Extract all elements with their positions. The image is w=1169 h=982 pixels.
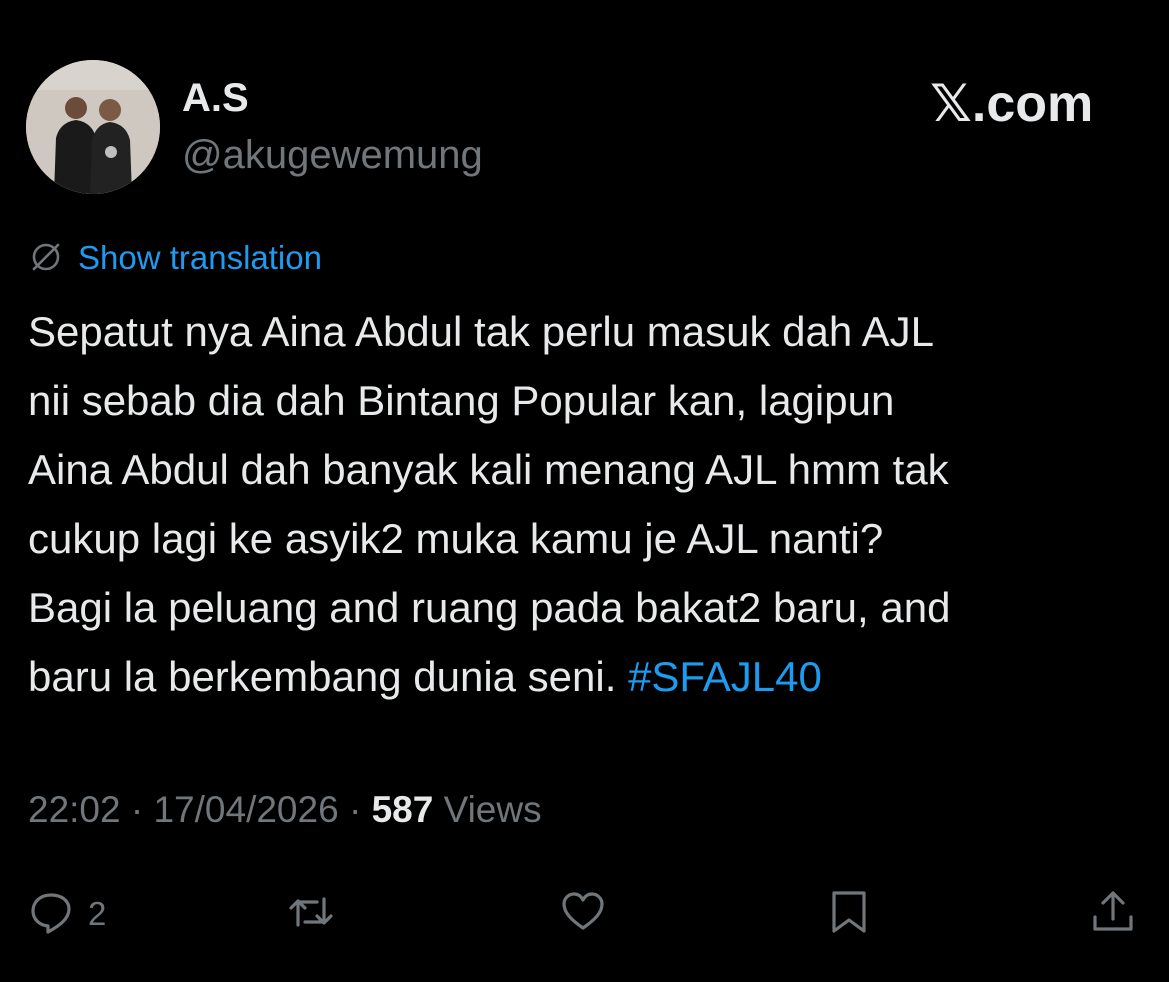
retweet-button[interactable]	[288, 888, 334, 940]
avatar[interactable]	[26, 60, 160, 194]
globe-icon	[28, 239, 64, 275]
tweet-meta: 22:02 · 17/04/2026 · 587 Views	[28, 791, 542, 828]
views-count: 587	[371, 789, 434, 830]
author-display-name[interactable]: A.S	[182, 78, 249, 118]
retweet-icon	[288, 889, 334, 940]
meta-separator-2: ·	[338, 789, 372, 830]
bookmark-button[interactable]	[826, 888, 872, 940]
share-button[interactable]	[1090, 888, 1136, 940]
bookmark-icon	[826, 889, 872, 940]
tweet-body: Sepatut nya Aina Abdul tak perlu masuk d…	[28, 308, 951, 700]
hashtag-link[interactable]: #SFAJL40	[628, 653, 822, 700]
tweet-time[interactable]: 22:02	[28, 789, 121, 830]
show-translation-link[interactable]: Show translation	[78, 241, 322, 274]
reply-count: 2	[88, 895, 107, 932]
heart-icon	[560, 889, 606, 940]
share-icon	[1090, 889, 1136, 940]
site-logo-label: 𝕏.com	[930, 75, 1094, 133]
like-button[interactable]	[560, 888, 606, 940]
tweet-date[interactable]: 17/04/2026	[153, 789, 338, 830]
tweet-text: Sepatut nya Aina Abdul tak perlu masuk d…	[28, 297, 1153, 711]
translation-row[interactable]: Show translation	[28, 237, 322, 277]
reply-button[interactable]: 2	[28, 888, 106, 940]
meta-separator: ·	[120, 789, 154, 830]
views-label: Views	[443, 789, 542, 830]
author-handle[interactable]: @akugewemung	[182, 135, 483, 175]
reply-icon	[28, 889, 74, 940]
